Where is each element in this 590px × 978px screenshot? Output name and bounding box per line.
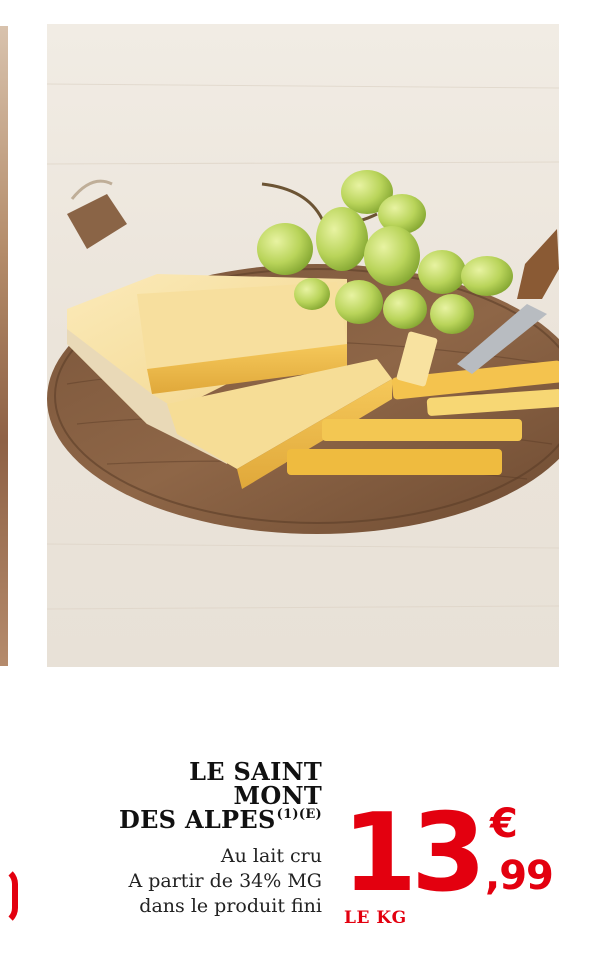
cheese-board-illustration (47, 24, 559, 667)
product-title: LE SAINT MONT DES ALPES(1)(E) (92, 760, 322, 832)
adjacent-price-edge (0, 866, 18, 926)
description-line-3: dans le produit fini (139, 895, 322, 917)
adjacent-product-image-edge (0, 26, 8, 666)
product-photo (47, 24, 559, 667)
price-block: 13 € ,99 LE KG (342, 800, 572, 940)
price-integer: 13 (342, 791, 486, 916)
legal-note-reference: (1)(E) (276, 807, 322, 822)
description-line-1: Au lait cru (220, 845, 322, 867)
product-title-line-3-text: DES ALPES (118, 805, 276, 834)
product-title-line-3: DES ALPES(1)(E) (92, 808, 322, 832)
price-unit: LE KG (344, 908, 407, 928)
price-decimals: ,99 (485, 853, 554, 899)
product-description: Au lait cru A partir de 34% MG dans le p… (72, 844, 322, 919)
price-currency-symbol: € (490, 801, 518, 847)
product-card: LE SAINT MONT DES ALPES(1)(E) Au lait cr… (0, 0, 590, 978)
description-line-2: A partir de 34% MG (128, 870, 322, 892)
